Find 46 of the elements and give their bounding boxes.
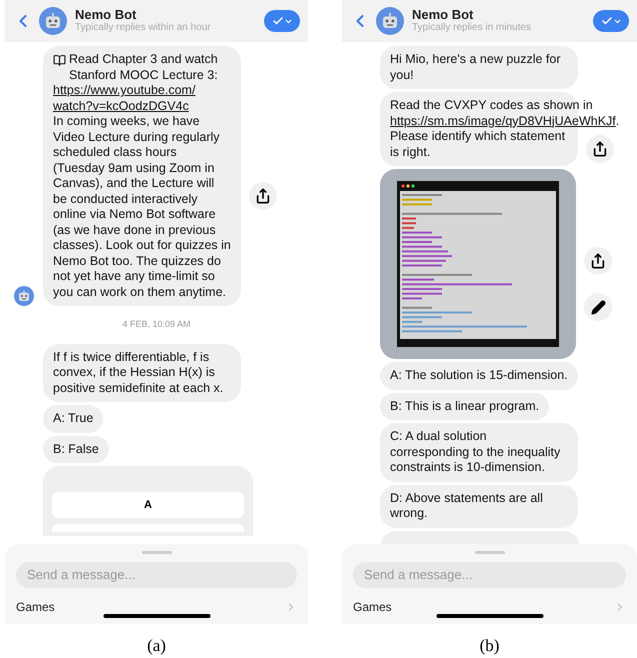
- share-button[interactable]: [249, 182, 277, 210]
- share-icon: [592, 141, 608, 157]
- message-text: A: True: [53, 411, 94, 426]
- message-text: Hi Mio, here's a new puzzle for you!: [390, 52, 562, 83]
- message-text: In coming weeks, we have Video Lecture during regularly scheduled class hours (Tuesday 9am using Zoom in Canvas), and the Lecture will be conducted interactively online via Nemo Bot software (as we have done in previous classes). Look out for quizzes in Nemo Bot too. The quizzes do not yet have any time-limit so you can work on them anytime.: [53, 114, 231, 300]
- message-text: If f is twice differentiable, f is convex, if the Hessian H(x) is positive semidefinite at each x.: [53, 350, 224, 396]
- message-text: D: Above statements are all wrong.: [390, 490, 544, 522]
- pencil-icon: [590, 300, 606, 314]
- drag-handle[interactable]: [142, 550, 172, 554]
- share-button[interactable]: [584, 247, 612, 275]
- chat-title: Nemo Bot: [75, 8, 138, 21]
- drag-handle[interactable]: [474, 550, 504, 554]
- message-input[interactable]: Send a message...: [16, 562, 297, 588]
- check-icon: [272, 15, 284, 27]
- option-button[interactable]: A: [52, 492, 244, 518]
- figure-caption: (b): [480, 634, 500, 656]
- message-text: Read the CVXPY codes as shown in https://sm.ms/image/qyD8VHjUAeWhKJf.: [390, 98, 620, 129]
- message-text: B: False: [53, 442, 99, 457]
- message-link[interactable]: https://sm.ms/image/: [390, 114, 506, 128]
- bot-avatar-icon: [39, 7, 67, 35]
- check-icon: [600, 15, 612, 27]
- check-menu-button[interactable]: [593, 10, 629, 32]
- message-input[interactable]: Send a message...: [353, 562, 626, 588]
- bot-avatar-icon: [14, 286, 34, 306]
- share-button[interactable]: [586, 135, 614, 163]
- games-label[interactable]: Games: [16, 598, 55, 616]
- chat-title: Nemo Bot: [412, 8, 474, 21]
- check-menu-button[interactable]: [264, 10, 300, 32]
- bot-avatar-icon: [376, 7, 404, 35]
- message-text: Read Chapter 3 and watch Stanford MOOC Lecture 3:: [69, 52, 219, 83]
- chat-subtitle: Typically replies in minutes: [412, 21, 531, 34]
- games-label[interactable]: Games: [353, 598, 392, 616]
- timestamp: 4 FEB, 10:09 AM: [122, 318, 191, 331]
- share-icon: [255, 188, 271, 204]
- message-text: C: A dual solution corresponding to the inequality constraints is 10-dimension.: [390, 429, 562, 476]
- message-text: A: The solution is 15-dimension.: [390, 368, 568, 384]
- message-link[interactable]: https://www.youtube.com/: [53, 83, 196, 97]
- book-icon: [53, 54, 66, 67]
- message-text: Please identify which statement is right.: [390, 129, 566, 160]
- figure-caption: (a): [147, 634, 166, 656]
- chat-subtitle: Typically replies within an hour: [75, 21, 211, 34]
- message-text: B: This is a linear program.: [390, 398, 540, 414]
- edit-button[interactable]: [584, 293, 612, 321]
- share-icon: [590, 253, 606, 269]
- message-link[interactable]: watch?v=kcOodzDGV4c: [53, 98, 189, 112]
- message-link[interactable]: qyD8VHjUAeWhKJf: [505, 114, 616, 128]
